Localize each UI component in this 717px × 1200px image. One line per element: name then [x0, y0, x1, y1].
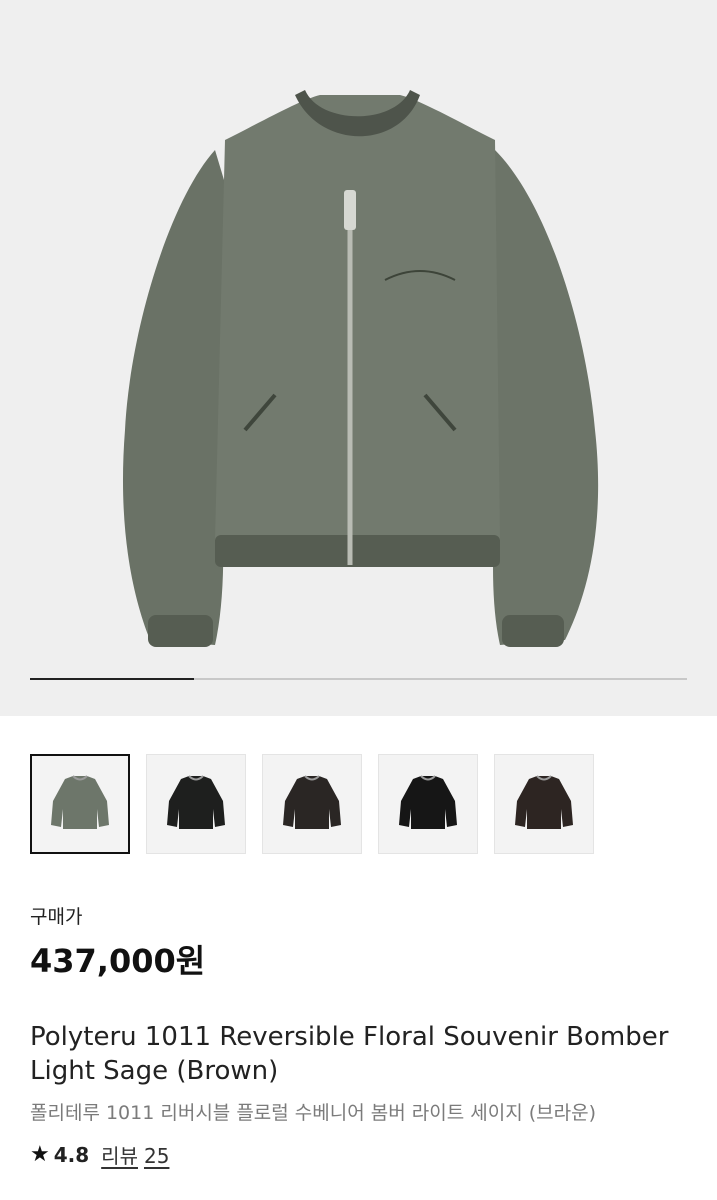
product-title-english: Polyteru 1011 Reversible Floral Souvenir…	[30, 1022, 669, 1086]
thumb-light-sage[interactable]	[30, 754, 130, 854]
jacket-thumbnail-image	[51, 775, 109, 829]
main-product-image	[122, 90, 599, 647]
review-count: 25	[143, 1144, 170, 1168]
price-label: 구매가	[30, 906, 83, 928]
rating-row: ★ 4.8 리뷰 25	[30, 1140, 169, 1169]
jacket-thumbnail-image	[399, 775, 457, 829]
thumb-black-velvet[interactable]	[378, 754, 478, 854]
product-title-korean: 폴리테루 1011 리버시블 플로럴 수베니어 봄버 라이트 세이지 (브라운)	[30, 1102, 596, 1124]
thumb-dark-brown-floral[interactable]	[262, 754, 362, 854]
product-price: 437,000원	[30, 942, 206, 980]
product-image-gallery[interactable]	[0, 0, 717, 716]
gallery-progress-fill	[30, 678, 195, 680]
rating-value: 4.8	[53, 1142, 90, 1167]
jacket-thumbnail-image	[515, 775, 573, 829]
review-link[interactable]: 리뷰 25	[101, 1140, 169, 1169]
thumbnail-strip	[30, 754, 594, 854]
thumb-black[interactable]	[146, 754, 246, 854]
thumb-brown[interactable]	[494, 754, 594, 854]
star-icon: ★	[30, 1142, 50, 1167]
jacket-thumbnail-image	[167, 775, 225, 829]
gallery-progress-bar	[30, 678, 687, 680]
jacket-thumbnail-image	[283, 775, 341, 829]
review-label: 리뷰	[101, 1144, 138, 1168]
